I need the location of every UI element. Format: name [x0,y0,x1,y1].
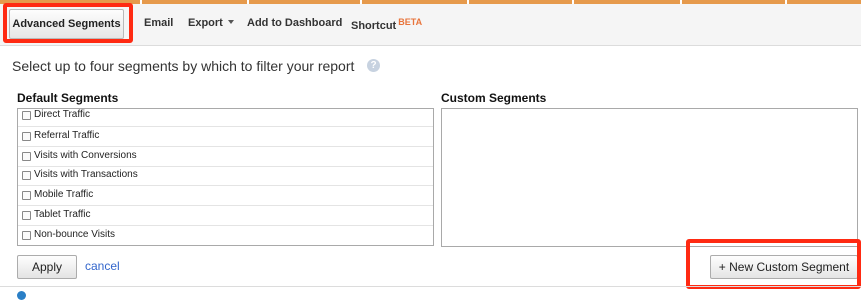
default-segments-title: Default Segments [17,91,119,105]
highlight-annotation [686,239,861,289]
segment-label: Visits with Conversions [34,150,137,161]
export-label: Export [188,17,223,29]
segment-option[interactable]: Direct Traffic [18,109,433,127]
caret-down-icon [227,20,234,24]
segment-checkbox[interactable] [22,191,31,200]
segment-option[interactable]: Non-bounce Visits [18,226,433,245]
segment-label: Tablet Traffic [34,209,91,220]
export-menu[interactable]: Export [188,17,234,29]
email-button[interactable]: Email [144,17,173,29]
segment-label: Visits with Transactions [34,169,138,180]
segment-label: Non-bounce Visits [34,229,115,240]
segment-option[interactable]: Referral Traffic [18,127,433,147]
segment-option[interactable]: Visits with Conversions [18,147,433,167]
segment-checkbox[interactable] [22,132,31,141]
segment-checkbox[interactable] [22,111,31,120]
shortcut-label: Shortcut [351,20,397,32]
segment-option[interactable]: Visits with Transactions [18,166,433,186]
highlight-annotation [3,3,133,43]
segment-checkbox[interactable] [22,152,31,161]
custom-segments-list[interactable] [441,108,858,247]
segment-option[interactable]: Tablet Traffic [18,206,433,226]
segment-instructions: Select up to four segments by which to f… [12,58,355,74]
segment-label: Mobile Traffic [34,189,94,200]
segment-checkbox[interactable] [22,231,31,240]
custom-segments-title: Custom Segments [441,91,547,105]
help-icon[interactable]: ? [367,59,380,72]
segment-checkbox[interactable] [22,171,31,180]
default-segments-list[interactable]: Direct Traffic Referral Traffic Visits w… [17,108,434,246]
add-to-dashboard-button[interactable]: Add to Dashboard [247,17,342,29]
beta-badge: BETA [398,17,423,27]
segment-checkbox[interactable] [22,211,31,220]
segment-option[interactable]: Mobile Traffic [18,186,433,206]
cancel-link[interactable]: cancel [85,259,120,273]
apply-button[interactable]: Apply [17,255,77,279]
divider [0,286,861,287]
segment-label: Referral Traffic [34,130,100,141]
status-dot-icon [17,291,26,300]
shortcut-button[interactable]: Shortcut BETA [351,17,422,32]
segment-label: Direct Traffic [34,109,90,120]
